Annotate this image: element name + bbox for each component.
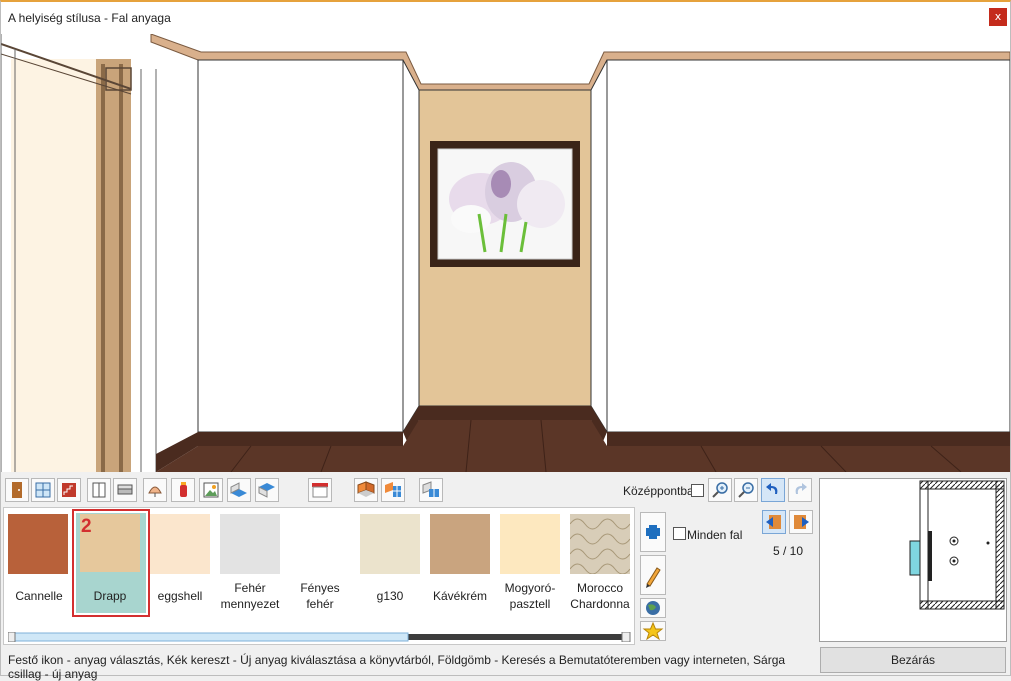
lamp-icon[interactable]: [143, 478, 167, 502]
curtain-icon[interactable]: [308, 478, 332, 502]
material-label: eggshell: [157, 589, 203, 603]
undo-icon[interactable]: [761, 478, 785, 502]
wardrobe-icon[interactable]: [87, 478, 111, 502]
door-icon[interactable]: [5, 478, 29, 502]
globe-icon[interactable]: [640, 598, 666, 618]
material-swatch[interactable]: [360, 514, 420, 574]
paint-brush-icon[interactable]: [640, 555, 666, 595]
star-icon[interactable]: [640, 621, 666, 641]
status-text: Festő ikon - anyag választás, Kék keresz…: [8, 653, 786, 681]
category-toolbar: Középpontba: [1, 474, 813, 506]
material-list: Cannelle Drapp eggshell Fehér mennyezet F…: [3, 507, 635, 645]
material-swatch[interactable]: [220, 514, 280, 574]
wall-paint-icon[interactable]: [354, 478, 378, 502]
zoom-out-icon[interactable]: [734, 478, 758, 502]
material-label: Fényes fehér: [300, 581, 340, 611]
material-label: Kávékrém: [432, 589, 488, 603]
room-3d-view[interactable]: [1, 34, 1010, 472]
all-walls-checkbox[interactable]: [673, 527, 686, 540]
material-swatch[interactable]: [8, 514, 68, 574]
material-side-tools: Minden fal: [637, 507, 757, 645]
material-label: Drapp: [93, 589, 127, 603]
horizontal-scrollbar[interactable]: [8, 632, 632, 642]
wall-tile-icon[interactable]: [381, 478, 405, 502]
all-walls-label: Minden fal: [687, 528, 743, 542]
prev-wall-icon[interactable]: [762, 510, 786, 534]
material-swatch[interactable]: [150, 514, 210, 574]
next-wall-icon[interactable]: [789, 510, 813, 534]
material-swatch[interactable]: [290, 514, 350, 574]
window-icon[interactable]: [31, 478, 55, 502]
stairs-icon[interactable]: [57, 478, 81, 502]
close-icon[interactable]: x: [989, 8, 1007, 26]
wall-page-indicator: 5 / 10: [772, 544, 804, 558]
material-label: g130: [376, 589, 404, 603]
title-bar: A helyiség stílusa - Fal anyaga x: [1, 2, 1010, 34]
selection-number: 2: [81, 516, 92, 537]
window-title: A helyiség stílusa - Fal anyaga: [8, 11, 171, 25]
material-label: Cannelle: [15, 589, 63, 603]
floor-tile-icon[interactable]: [419, 478, 443, 502]
fire-extinguisher-icon[interactable]: [171, 478, 195, 502]
sofa-icon[interactable]: [113, 478, 137, 502]
zoom-in-icon[interactable]: [708, 478, 732, 502]
status-bar: Festő ikon - anyag választás, Kék keresz…: [1, 649, 813, 681]
material-label: Mogyoró-pasztell: [504, 581, 556, 611]
material-dialog: A helyiség stílusa - Fal anyaga x Középp…: [0, 0, 1011, 681]
center-label: Középpontba: [623, 484, 694, 498]
material-swatch[interactable]: [430, 514, 490, 574]
material-swatch-pattern[interactable]: [569, 514, 631, 575]
material-label: Fehér mennyezet: [220, 581, 280, 611]
picture-icon[interactable]: [199, 478, 223, 502]
material-label: Morocco Chardonna: [570, 581, 630, 611]
material-swatch[interactable]: [500, 514, 560, 574]
add-material-button[interactable]: [640, 512, 666, 552]
close-button[interactable]: Bezárás: [820, 647, 1006, 673]
center-checkbox[interactable]: [691, 484, 704, 497]
floor-icon[interactable]: [227, 478, 251, 502]
floor-plan-minimap[interactable]: [819, 478, 1007, 642]
wall-pager: 5 / 10: [760, 507, 816, 567]
ceiling-icon[interactable]: [255, 478, 279, 502]
redo-icon[interactable]: [788, 478, 812, 502]
